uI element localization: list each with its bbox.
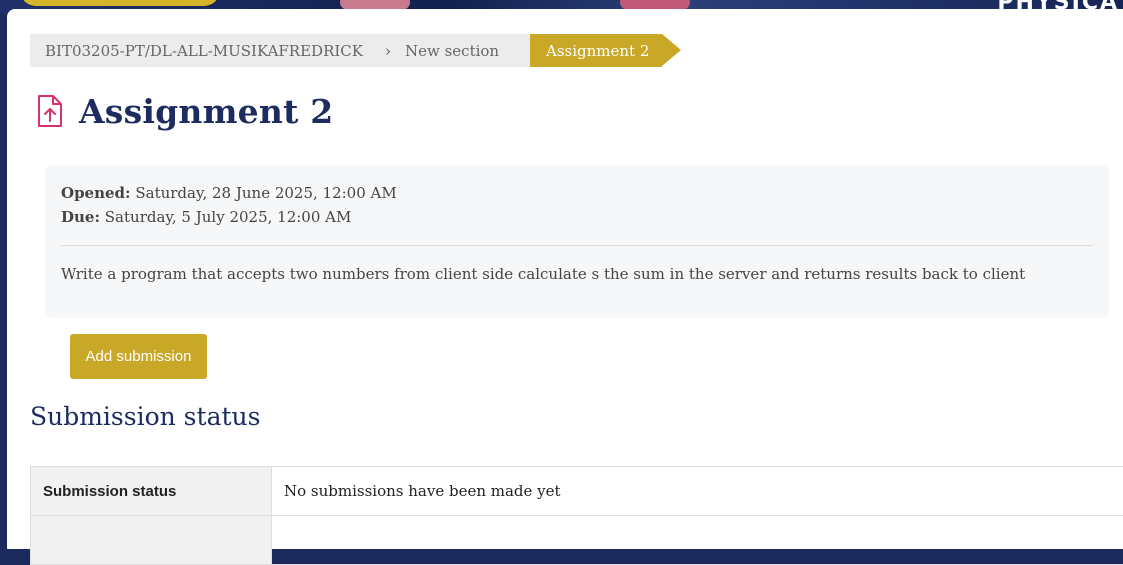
- page-edge: [0, 14, 7, 528]
- submission-status-table: Submission status No submissions have be…: [30, 466, 1123, 565]
- opened-date: Opened: Saturday, 28 June 2025, 12:00 AM: [61, 184, 397, 202]
- submission-status-heading: Submission status: [30, 402, 260, 431]
- due-value: Saturday, 5 July 2025, 12:00 AM: [105, 208, 352, 226]
- activity-dates-box: Opened: Saturday, 28 June 2025, 12:00 AM…: [45, 165, 1109, 318]
- breadcrumb-item-course[interactable]: BIT03205-PT/DL-ALL-MUSIKAFREDRICK: [30, 42, 363, 60]
- due-date: Due: Saturday, 5 July 2025, 12:00 AM: [61, 208, 351, 226]
- due-label: Due:: [61, 208, 100, 226]
- table-row: Submission status No submissions have be…: [31, 467, 1123, 516]
- assignment-upload-icon: [36, 94, 64, 128]
- page-title: Assignment 2: [79, 92, 333, 131]
- breadcrumb-arrow: [662, 34, 681, 66]
- table-row-label: [31, 516, 272, 565]
- assignment-description: Write a program that accepts two numbers…: [61, 265, 1025, 283]
- divider: [61, 245, 1093, 246]
- table-row-label: Submission status: [31, 467, 272, 516]
- add-submission-button[interactable]: Add submission: [70, 334, 207, 379]
- table-row-value: No submissions have been made yet: [272, 467, 1123, 516]
- opened-label: Opened:: [61, 184, 131, 202]
- banner-graphic: [20, 0, 220, 6]
- breadcrumb: BIT03205-PT/DL-ALL-MUSIKAFREDRICK › New …: [30, 34, 530, 67]
- breadcrumb-item-section[interactable]: New section: [405, 42, 499, 60]
- table-row: [31, 516, 1123, 565]
- chevron-right-icon: ›: [385, 42, 391, 60]
- breadcrumb-item-current: Assignment 2: [530, 34, 662, 67]
- opened-value: Saturday, 28 June 2025, 12:00 AM: [135, 184, 396, 202]
- table-row-value: [272, 516, 1123, 565]
